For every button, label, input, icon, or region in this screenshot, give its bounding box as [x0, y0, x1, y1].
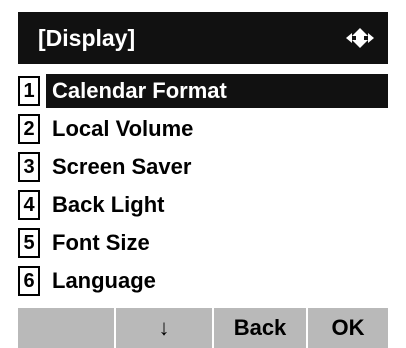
menu-item-label: Calendar Format — [52, 78, 227, 103]
menu-item-label-wrap: Local Volume — [46, 112, 388, 146]
up-down-arrow-icon — [346, 28, 374, 48]
page-title: [Display] — [38, 24, 136, 51]
menu-item-local-volume[interactable]: 2 Local Volume — [18, 110, 388, 148]
menu-item-label-wrap: Font Size — [46, 226, 388, 260]
menu-item-number: 2 — [18, 114, 40, 144]
menu-item-label-wrap: Language — [46, 264, 388, 298]
menu-item-number: 4 — [18, 190, 40, 220]
menu-item-label-wrap: Screen Saver — [46, 150, 388, 184]
menu-item-label: Screen Saver — [52, 154, 192, 179]
menu-item-calendar-format[interactable]: 1 Calendar Format — [18, 72, 388, 110]
menu-item-label-wrap: Back Light — [46, 188, 388, 222]
menu-item-number: 1 — [18, 76, 40, 106]
title-bar: [Display] — [18, 12, 388, 64]
menu-item-label: Back Light — [52, 192, 165, 217]
softkey-back[interactable]: Back — [214, 308, 308, 348]
menu-item-label: Language — [52, 268, 156, 293]
menu-item-font-size[interactable]: 5 Font Size — [18, 224, 388, 262]
menu-item-label: Font Size — [52, 230, 150, 255]
softkey-down-arrow[interactable]: ↓ — [116, 308, 214, 348]
menu-item-back-light[interactable]: 4 Back Light — [18, 186, 388, 224]
display-screen: [Display] 1 Calendar Format 2 Local Volu… — [18, 12, 388, 348]
menu-item-language[interactable]: 6 Language — [18, 262, 388, 300]
menu-list: 1 Calendar Format 2 Local Volume 3 Scree… — [18, 72, 388, 300]
softkey-ok[interactable]: OK — [308, 308, 388, 348]
menu-item-number: 5 — [18, 228, 40, 258]
selection-highlight: Calendar Format — [46, 74, 388, 108]
softkey-1[interactable] — [18, 308, 116, 348]
menu-item-number: 3 — [18, 152, 40, 182]
softkey-bar: ↓ Back OK — [18, 308, 388, 348]
menu-item-screen-saver[interactable]: 3 Screen Saver — [18, 148, 388, 186]
menu-item-label: Local Volume — [52, 116, 194, 141]
menu-item-number: 6 — [18, 266, 40, 296]
